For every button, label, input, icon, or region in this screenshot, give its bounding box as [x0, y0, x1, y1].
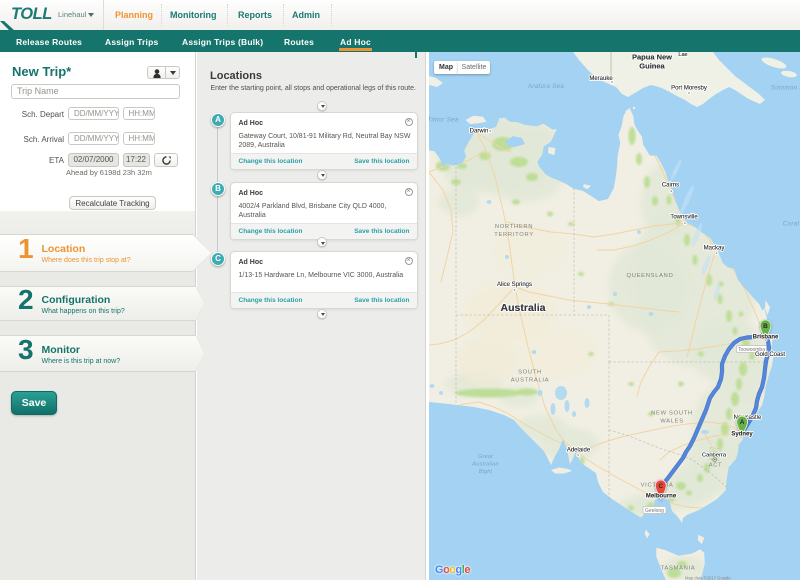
svg-text:Mackay: Mackay — [704, 246, 725, 252]
svg-text:TASMANIA: TASMANIA — [661, 566, 696, 572]
svg-text:Port Moresby: Port Moresby — [671, 86, 707, 92]
svg-text:Geelong: Geelong — [645, 508, 664, 514]
svg-text:Coral Sea: Coral Sea — [783, 221, 800, 228]
svg-text:Australian: Australian — [471, 462, 498, 468]
svg-text:C: C — [658, 483, 663, 490]
svg-text:Darwin: Darwin — [470, 129, 489, 135]
svg-text:Gold Coast: Gold Coast — [755, 352, 785, 358]
svg-text:SOUTH: SOUTH — [518, 370, 542, 376]
svg-text:Papua New: Papua New — [632, 53, 672, 62]
svg-text:AUSTRALIA: AUSTRALIA — [511, 378, 550, 384]
svg-text:Adelaide: Adelaide — [567, 448, 591, 454]
svg-text:Townsville: Townsville — [670, 215, 698, 221]
svg-text:Canberra: Canberra — [702, 453, 727, 459]
svg-text:B: B — [763, 323, 768, 330]
svg-text:Great: Great — [478, 454, 493, 460]
svg-text:Alice Springs: Alice Springs — [497, 282, 532, 288]
svg-text:Sydney: Sydney — [731, 431, 753, 437]
svg-text:Timor Sea: Timor Sea — [429, 117, 459, 124]
svg-text:Arafura Sea: Arafura Sea — [527, 83, 565, 90]
svg-text:Merauke: Merauke — [589, 76, 613, 82]
svg-text:Brisbane: Brisbane — [753, 335, 779, 341]
svg-text:QUEENSLAND: QUEENSLAND — [627, 273, 674, 279]
svg-text:Melbourne: Melbourne — [646, 494, 677, 500]
svg-text:Lae: Lae — [678, 52, 687, 58]
svg-text:NEW SOUTH: NEW SOUTH — [651, 411, 693, 417]
svg-text:Cairns: Cairns — [662, 183, 679, 189]
svg-text:Australia: Australia — [501, 302, 546, 314]
svg-text:A: A — [740, 419, 745, 426]
svg-text:ACT: ACT — [709, 463, 722, 469]
svg-text:NORTHERN: NORTHERN — [495, 224, 533, 230]
svg-text:TERRITORY: TERRITORY — [494, 232, 534, 238]
svg-text:Solomon Sea: Solomon Sea — [771, 85, 800, 92]
svg-text:Bight: Bight — [479, 469, 493, 475]
svg-text:Map data ©2017 Google: Map data ©2017 Google — [685, 576, 731, 580]
svg-text:WALES: WALES — [660, 419, 684, 425]
svg-text:Guinea: Guinea — [639, 62, 665, 71]
